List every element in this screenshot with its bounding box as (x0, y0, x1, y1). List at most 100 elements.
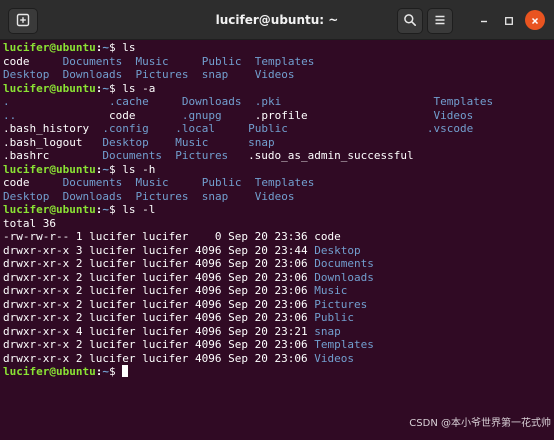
directory-name: Documents (62, 54, 123, 68)
close-button[interactable] (525, 10, 545, 30)
output-text: .bash_logout (3, 135, 103, 149)
terminal-line: lucifer@ubuntu:~$ ls -l (3, 203, 554, 217)
directory-name: .local (175, 122, 215, 135)
minimize-icon (479, 11, 489, 30)
directory-name: Music (135, 176, 169, 189)
directory-name: .cache (108, 95, 149, 108)
output-text: total 36 (3, 216, 56, 230)
directory-name: Templates (433, 95, 494, 108)
directory-name: Desktop (3, 189, 50, 203)
directory-name: Videos (254, 68, 295, 81)
directory-name: . (3, 95, 10, 108)
prompt-segment: lucifer@ubuntu (3, 365, 96, 378)
search-icon (403, 12, 417, 31)
directory-name: snap (248, 135, 275, 149)
directory-name: Templates (314, 338, 374, 351)
directory-name: Documents (314, 257, 374, 270)
terminal-line: Desktop Downloads Pictures snap Videos (3, 190, 554, 204)
prompt-segment: $ ls -h (108, 162, 156, 176)
output-text: drwxr-xr-x 2 lucifer lucifer 4096 Sep 20… (3, 311, 315, 324)
terminal-line: drwxr-xr-x 2 lucifer lucifer 4096 Sep 20… (3, 257, 554, 271)
directory-name: Videos (254, 189, 295, 203)
output-text: drwxr-xr-x 2 lucifer lucifer 4096 Sep 20… (3, 270, 315, 284)
directory-name: Documents (62, 176, 123, 189)
terminal-line: total 36 (3, 217, 554, 231)
terminal-line: . .cache Downloads .pki Templates (3, 95, 554, 109)
terminal-line: lucifer@ubuntu:~$ (3, 365, 554, 379)
terminal-cursor (122, 365, 129, 377)
output-text: code (3, 176, 63, 189)
terminal-line: lucifer@ubuntu:~$ ls (3, 41, 554, 55)
prompt-segment: $ ls (108, 41, 136, 54)
prompt-segment: lucifer@ubuntu (3, 41, 96, 54)
menu-button[interactable] (427, 8, 453, 34)
terminal-line: code Documents Music Public Templates (3, 55, 554, 69)
terminal-output[interactable]: lucifer@ubuntu:~$ ls code Documents Music… (0, 40, 554, 440)
directory-name: Public (314, 311, 355, 324)
prompt-segment: ~ (102, 365, 109, 378)
prompt-segment: ~ (102, 162, 109, 176)
terminal-line: drwxr-xr-x 2 lucifer lucifer 4096 Sep 20… (3, 311, 554, 325)
output-text: drwxr-xr-x 2 lucifer lucifer 4096 Sep 20… (3, 351, 315, 365)
directory-name: Desktop (314, 243, 361, 257)
output-text: .profile (254, 108, 434, 122)
prompt-segment: lucifer@ubuntu (3, 81, 96, 95)
close-icon (530, 11, 540, 30)
directory-name: Pictures (135, 68, 189, 81)
prompt-segment: $ ls -l (108, 203, 156, 216)
directory-name: Pictures (135, 189, 189, 203)
new-tab-button[interactable] (8, 8, 38, 34)
output-text: .bashrc (3, 149, 103, 162)
output-text: drwxr-xr-x 2 lucifer lucifer 4096 Sep 20… (3, 338, 315, 351)
directory-name: .pki (254, 95, 282, 108)
directory-name: Public (201, 176, 242, 189)
terminal-line: lucifer@ubuntu:~$ ls -a (3, 82, 554, 96)
directory-name: Pictures (175, 149, 229, 162)
directory-name: Pictures (314, 297, 368, 311)
directory-name: Downloads (62, 68, 123, 81)
output-text: .sudo_as_admin_successful (248, 149, 414, 162)
window-title: lucifer@ubuntu: ~ (215, 13, 339, 27)
terminal-line: drwxr-xr-x 2 lucifer lucifer 4096 Sep 20… (3, 284, 554, 298)
directory-name: Downloads (62, 189, 123, 203)
output-text: -rw-rw-r-- 1 lucifer lucifer 0 Sep 20 23… (3, 230, 341, 243)
maximize-icon (504, 11, 514, 30)
output-text: .bash_history (3, 122, 103, 135)
directory-name: Music (135, 54, 169, 68)
terminal-line: drwxr-xr-x 2 lucifer lucifer 4096 Sep 20… (3, 338, 554, 352)
directory-name: .vscode (426, 122, 474, 135)
terminal-line: .bashrc Documents Pictures .sudo_as_admi… (3, 149, 554, 163)
terminal-line: drwxr-xr-x 2 lucifer lucifer 4096 Sep 20… (3, 298, 554, 312)
minimize-button[interactable] (474, 10, 494, 30)
output-text: drwxr-xr-x 2 lucifer lucifer 4096 Sep 20… (3, 284, 315, 297)
directory-name: Videos (314, 351, 355, 365)
directory-name: Music (314, 284, 348, 297)
terminal-line: drwxr-xr-x 4 lucifer lucifer 4096 Sep 20… (3, 325, 554, 339)
terminal-line: .bash_logout Desktop Music snap (3, 136, 554, 150)
maximize-button[interactable] (499, 10, 519, 30)
search-button[interactable] (397, 8, 423, 34)
directory-name: snap (201, 189, 229, 203)
prompt-segment: ~ (102, 41, 109, 54)
terminal-line: lucifer@ubuntu:~$ ls -h (3, 163, 554, 177)
watermark: CSDN @本小爷世界第一花式帅 (409, 418, 551, 429)
directory-name: Public (248, 122, 288, 135)
new-tab-icon (16, 12, 30, 31)
prompt-segment: $ ls -a (108, 81, 156, 95)
directory-name: .config (102, 122, 149, 135)
terminal-line: drwxr-xr-x 2 lucifer lucifer 4096 Sep 20… (3, 271, 554, 285)
directory-name: .gnupg (181, 108, 222, 122)
